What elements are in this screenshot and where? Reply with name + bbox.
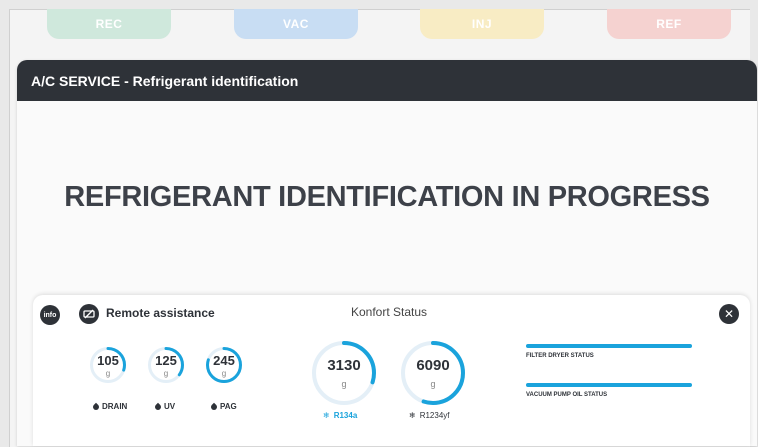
r134a-gauge: 3130 g — [311, 340, 377, 406]
remote-assistance-icon[interactable] — [79, 304, 99, 324]
vacuum-pump-status: VACUUM PUMP OIL STATUS — [526, 383, 692, 398]
drain-value: 105 — [97, 353, 119, 368]
filter-dryer-label: FILTER DRYER STATUS — [526, 353, 594, 359]
oil-drop-icon — [209, 402, 219, 411]
remote-assistance-label[interactable]: Remote assistance — [106, 306, 215, 320]
pag-value: 245 — [213, 353, 235, 368]
close-icon[interactable]: ✕ — [719, 304, 739, 324]
r1234yf-value: 6090 — [416, 357, 450, 374]
tab-vac[interactable]: VAC — [234, 9, 358, 39]
r134a-unit: g — [341, 379, 347, 389]
oil-drop-icon — [153, 402, 163, 411]
tab-inj[interactable]: INJ — [420, 9, 544, 39]
panel-title: A/C SERVICE - Refrigerant identification — [17, 60, 757, 101]
vacuum-pump-bar — [526, 383, 692, 387]
tab-rec[interactable]: REC — [47, 9, 171, 39]
r134a-label: ❄ R134a — [323, 411, 358, 420]
pag-label: PAG — [209, 402, 237, 411]
identification-status: REFRIGERANT IDENTIFICATION IN PROGRESS — [64, 181, 710, 213]
pag-gauge: 245 g — [205, 346, 243, 384]
uv-gauge: 125 g — [147, 346, 185, 384]
r134a-value: 3130 — [327, 357, 361, 374]
uv-unit: g — [163, 369, 169, 378]
drain-gauge: 105 g — [89, 346, 127, 384]
tab-ref[interactable]: REF — [607, 9, 731, 39]
drain-label: DRAIN — [91, 402, 127, 411]
filter-dryer-bar — [526, 344, 692, 348]
pag-unit: g — [221, 369, 227, 378]
status-drawer: info Remote assistance Konfort Status ✕ … — [33, 295, 750, 446]
filter-dryer-status: FILTER DRYER STATUS — [526, 344, 692, 359]
info-button[interactable]: info — [40, 305, 60, 325]
r1234yf-gauge: 6090 g — [400, 340, 466, 406]
uv-value: 125 — [155, 353, 177, 368]
r1234yf-unit: g — [430, 379, 436, 389]
drain-unit: g — [105, 369, 111, 378]
uv-label: UV — [153, 402, 175, 411]
vacuum-pump-label: VACUUM PUMP OIL STATUS — [526, 392, 608, 398]
r1234yf-label: ❄ R1234yf — [409, 411, 450, 420]
snowflake-icon: ❄ — [409, 411, 416, 420]
snowflake-icon: ❄ — [323, 411, 330, 420]
konfort-status-title: Konfort Status — [351, 305, 428, 319]
oil-drop-icon — [91, 402, 101, 411]
